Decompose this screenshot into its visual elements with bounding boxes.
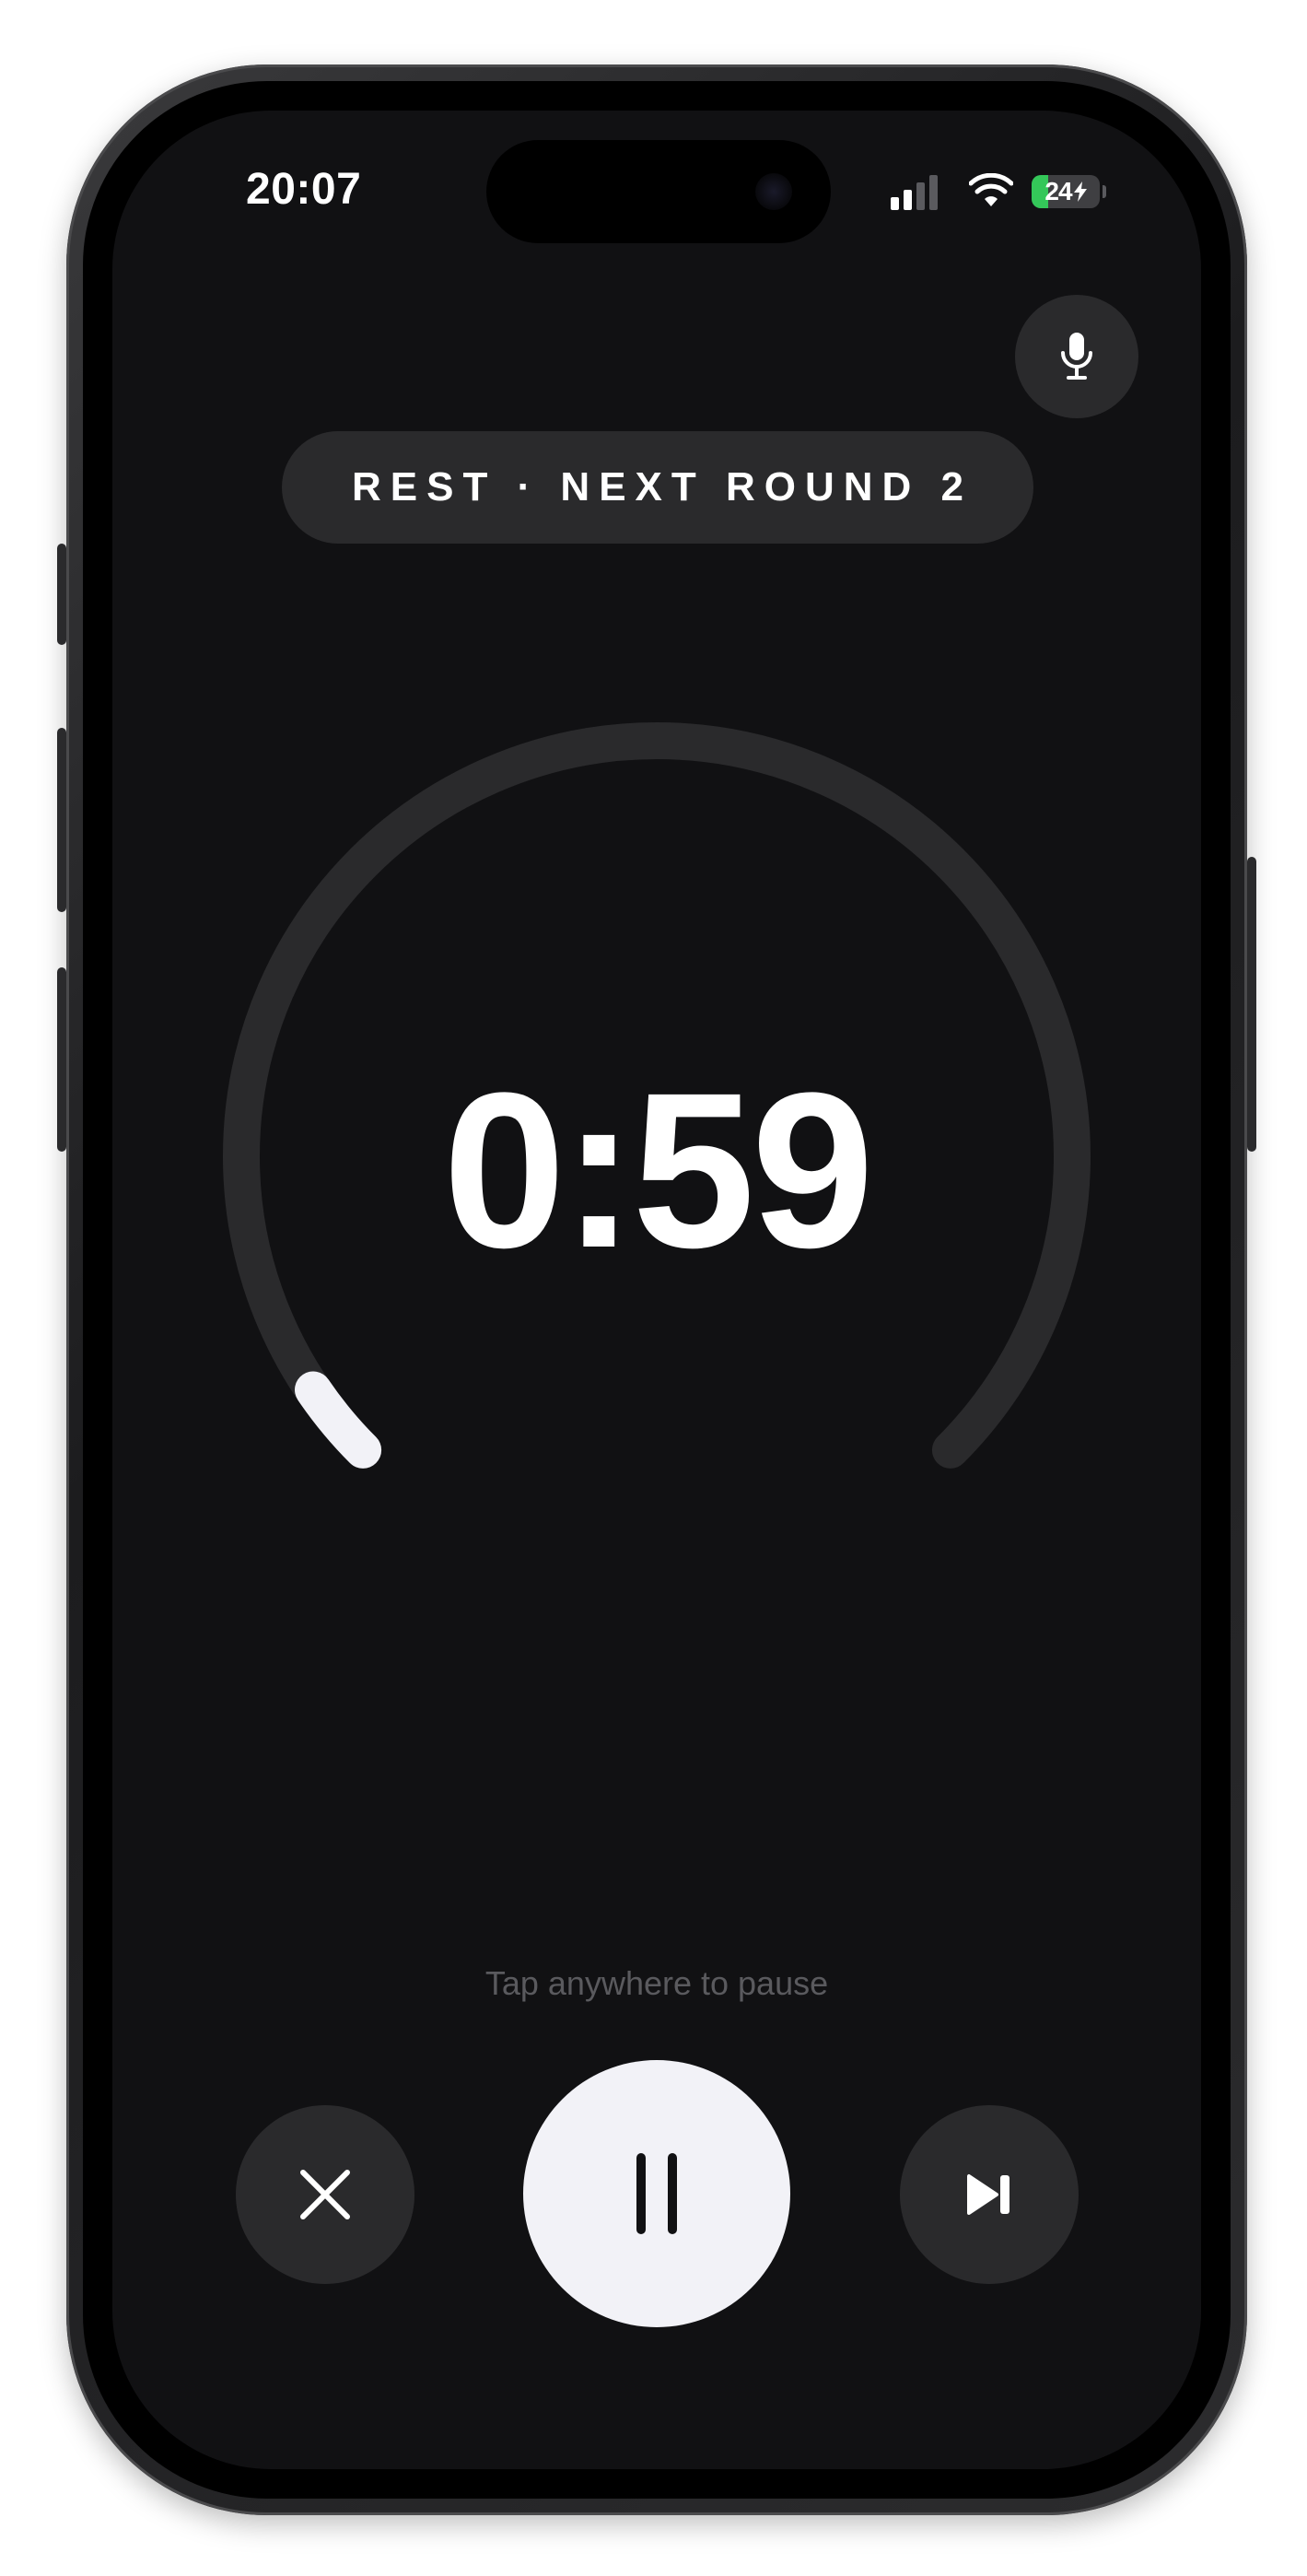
- timer-display: 0:59: [442, 1047, 874, 1294]
- pause-button[interactable]: [523, 2060, 790, 2327]
- volume-up-button: [57, 728, 66, 912]
- pause-hint: Tap anywhere to pause: [484, 1964, 829, 2002]
- skip-next-button[interactable]: [900, 2105, 1079, 2284]
- action-button: [57, 544, 66, 645]
- close-button[interactable]: [236, 2105, 414, 2284]
- volume-down-button: [57, 967, 66, 1152]
- power-button: [1247, 857, 1256, 1152]
- skip-next-icon: [967, 2174, 1009, 2215]
- ring-progress: [295, 1371, 382, 1469]
- screen[interactable]: 20:07 24 REST · NEXT ROUND 2 0:59 Tap an…: [112, 111, 1201, 2469]
- close-icon: [300, 2170, 350, 2219]
- pause-icon: [636, 2153, 677, 2234]
